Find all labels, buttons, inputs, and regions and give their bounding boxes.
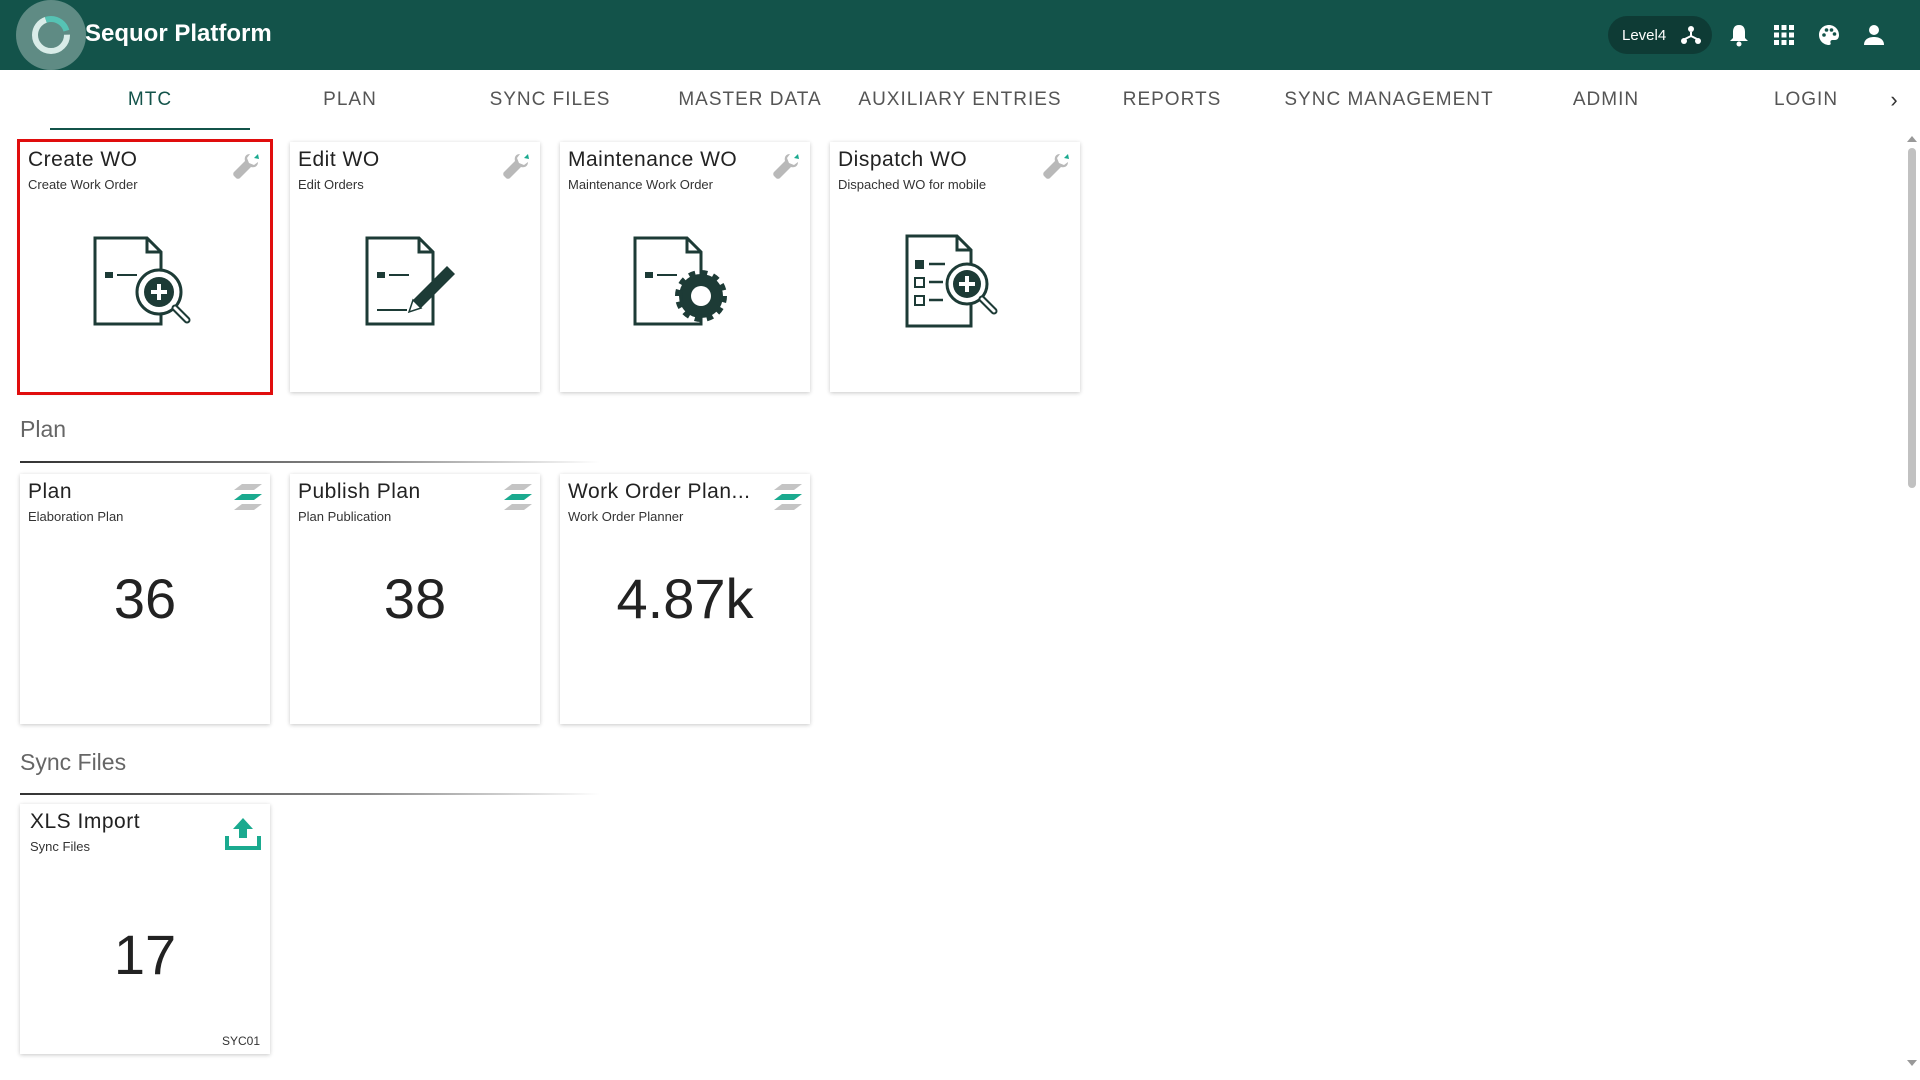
plan-layers-icon (774, 484, 802, 510)
section-divider (20, 793, 600, 795)
level-label: Level4 (1622, 26, 1667, 44)
wrench-icon (503, 154, 529, 179)
tabs-next-chevron-icon[interactable]: › (1882, 88, 1906, 112)
app-logo[interactable] (16, 0, 86, 70)
card-maintenance-wo[interactable]: Maintenance WO Maintenance Work Order (560, 142, 810, 392)
card-title: Work Order Plan... (568, 480, 751, 503)
tab-auxiliary-entries[interactable]: AUXILIARY ENTRIES (850, 70, 1070, 130)
card-count: 4.87k (616, 567, 754, 630)
card-count: 38 (383, 567, 447, 630)
tab-master-data[interactable]: MASTER DATA (650, 70, 850, 130)
top-app-bar: Sequor Platform Level4 (0, 0, 1920, 70)
card-subtitle: Create Work Order (28, 177, 138, 192)
section-divider (20, 461, 600, 463)
card-count: 17 (113, 923, 177, 986)
card-subtitle: Dispached WO for mobile (838, 177, 987, 192)
wrench-icon (233, 154, 259, 179)
card-title: Publish Plan (298, 480, 421, 503)
card-count: 36 (113, 567, 177, 630)
level-selector[interactable]: Level4 (1608, 16, 1712, 54)
scroll-thumb[interactable] (1908, 148, 1916, 488)
logo-ring-icon (32, 16, 70, 54)
scroll-down-arrow-icon[interactable] (1907, 1060, 1917, 1066)
scroll-up-arrow-icon[interactable] (1907, 136, 1917, 142)
active-tab-indicator (50, 128, 250, 130)
plan-layers-icon (234, 484, 262, 510)
card-work-order-planner[interactable]: Work Order Plan... Work Order Planner 4.… (560, 474, 810, 724)
upload-icon (225, 818, 261, 850)
section-title-sync-files: Sync Files (20, 749, 127, 775)
checklist-search-plus-illustration (905, 234, 998, 328)
card-code: SYC01 (221, 1034, 260, 1048)
card-dispatch-wo[interactable]: Dispatch WO Dispached WO for mobile (830, 142, 1080, 392)
card-subtitle: Sync Files (30, 839, 90, 854)
tab-mtc[interactable]: MTC (50, 70, 250, 130)
tab-plan[interactable]: PLAN (250, 70, 450, 130)
tab-login[interactable]: LOGIN (1706, 70, 1906, 130)
tab-admin[interactable]: ADMIN (1506, 70, 1706, 130)
tab-reports[interactable]: REPORTS (1072, 70, 1272, 130)
user-account-icon[interactable] (1861, 22, 1887, 48)
document-gear-illustration (633, 236, 727, 326)
card-subtitle: Work Order Planner (568, 509, 684, 524)
bell-icon[interactable] (1726, 22, 1752, 48)
card-subtitle: Edit Orders (298, 177, 364, 192)
apps-grid-icon[interactable] (1771, 22, 1797, 48)
card-title: XLS Import (30, 810, 141, 833)
card-xls-import[interactable]: XLS Import Sync Files 17 SYC01 (20, 804, 270, 1054)
card-plan[interactable]: Plan Elaboration Plan 36 (20, 474, 270, 724)
card-title: Dispatch WO (838, 148, 968, 171)
card-title: Create WO (28, 148, 138, 171)
document-pencil-illustration (365, 236, 455, 326)
palette-icon[interactable] (1816, 22, 1842, 48)
tab-sync-management[interactable]: SYNC MANAGEMENT (1272, 70, 1506, 130)
card-title: Plan (28, 480, 73, 503)
document-search-plus-illustration (93, 236, 191, 326)
plan-layers-icon (504, 484, 532, 510)
main-tabs: MTC PLAN SYNC FILES MASTER DATA AUXILIAR… (0, 70, 1920, 132)
wrench-icon (773, 154, 799, 179)
vertical-scrollbar[interactable] (1903, 132, 1920, 1072)
card-create-wo[interactable]: Create WO Create Work Order (17, 139, 273, 395)
wrench-icon (1043, 154, 1069, 179)
card-subtitle: Plan Publication (298, 509, 392, 524)
card-subtitle: Elaboration Plan (28, 509, 124, 524)
section-title-plan: Plan (20, 416, 67, 442)
card-edit-wo[interactable]: Edit WO Edit Orders (290, 142, 540, 392)
card-title: Edit WO (298, 148, 380, 171)
card-subtitle: Maintenance Work Order (568, 177, 713, 192)
tab-sync-files[interactable]: SYNC FILES (450, 70, 650, 130)
app-title: Sequor Platform (85, 20, 272, 47)
card-publish-plan[interactable]: Publish Plan Plan Publication 38 (290, 474, 540, 724)
card-title: Maintenance WO (568, 148, 738, 171)
hierarchy-icon (1681, 26, 1701, 44)
